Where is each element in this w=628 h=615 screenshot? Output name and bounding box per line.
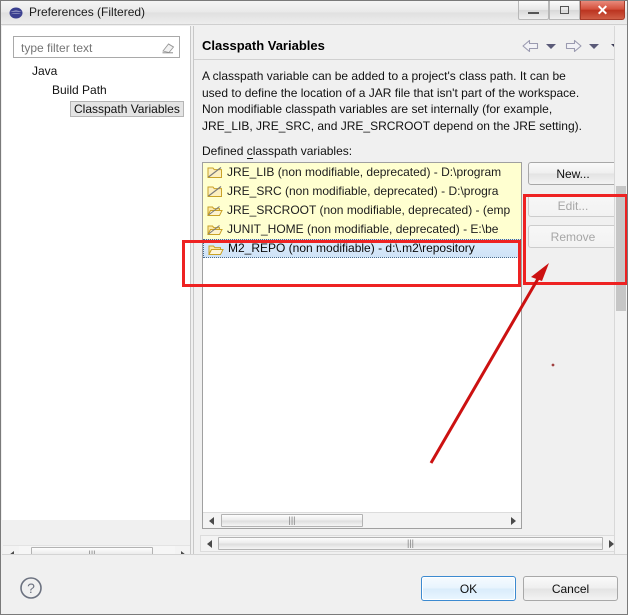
triangle-right-icon [608,539,614,548]
scroll-left-button[interactable] [203,513,219,528]
description-text: A classpath variable can be added to a p… [202,68,622,134]
list-item-selected[interactable]: M2_REPO (non modifiable) - d:\.m2\reposi… [203,239,521,258]
description-line: JRE_LIB, JRE_SRC, and JRE_SRCROOT depend… [202,118,582,133]
close-icon: ✕ [596,1,609,18]
defined-variables-label: Defined classpath variables: [202,144,353,159]
sidebar-item-label: Classpath Variables [70,101,184,117]
sidebar-item-classpath-variables[interactable]: Classpath Variables [2,100,190,119]
description-line: used to define the location of a JAR fil… [202,85,580,100]
close-button[interactable]: ✕ [580,1,625,20]
main-horizontal-scrollbar[interactable]: ||| [200,535,620,552]
eraser-icon[interactable] [161,41,175,54]
arrow-right-icon [565,39,582,53]
arrow-left-icon [522,39,539,53]
back-history-menu-button[interactable] [543,43,556,49]
search-input[interactable] [19,40,154,56]
triangle-left-icon [208,516,214,525]
folder-deprecated-icon [207,165,223,180]
list-item[interactable]: JRE_SRCROOT (non modifiable, deprecated)… [203,201,521,220]
cancel-button[interactable]: Cancel [523,576,618,601]
filter-field-wrapper[interactable] [13,36,180,58]
svg-text:?: ? [27,580,35,596]
list-item-label: JRE_SRC (non modifiable, deprecated) - D… [227,184,499,198]
grip-icon: ||| [288,515,296,525]
forward-history-menu-button[interactable] [586,43,599,49]
sidebar-item-label: Build Path [52,83,107,97]
folder-open-deprecated-icon [207,203,223,218]
remove-button-label: Remove [550,229,596,244]
triangle-right-icon [510,516,516,525]
eclipse-icon [9,6,23,20]
sidebar-item-build-path[interactable]: Build Path [2,81,190,100]
new-button[interactable]: New... [528,162,618,185]
description-line: A classpath variable can be added to a p… [202,69,566,83]
description-line: Non modifiable classpath variables are s… [202,102,553,116]
folder-deprecated-icon [207,184,223,199]
list-item-label: JRE_LIB (non modifiable, deprecated) - D… [227,165,502,179]
list-item[interactable]: JUNIT_HOME (non modifiable, deprecated) … [203,220,521,239]
list-item-label: JUNIT_HOME (non modifiable, deprecated) … [227,222,499,236]
list-item-label: JRE_SRCROOT (non modifiable, deprecated)… [227,203,511,217]
edit-button: Edit... [528,194,618,217]
folder-open-icon [208,242,224,257]
scroll-thumb[interactable]: ||| [218,537,603,550]
sidebar-item-java[interactable]: Java [2,62,190,81]
preferences-dialog: Preferences (Filtered) ✕ Java [0,0,628,615]
list-item[interactable]: JRE_SRC (non modifiable, deprecated) - D… [203,182,521,201]
classpath-variables-list[interactable]: JRE_LIB (non modifiable, deprecated) - D… [202,162,522,529]
cancel-button-label: Cancel [551,581,590,596]
back-button[interactable] [522,39,539,53]
scroll-thumb[interactable]: ||| [221,514,363,527]
window-title: Preferences (Filtered) [29,5,146,19]
folder-open-deprecated-icon [207,222,223,237]
list-item[interactable]: JRE_LIB (non modifiable, deprecated) - D… [203,163,521,182]
maximize-button[interactable] [549,1,580,20]
dialog-footer: ? OK Cancel [2,555,627,614]
grip-icon: ||| [406,538,414,548]
defined-label-prefix: Defined [202,144,247,158]
triangle-left-icon [206,539,212,548]
minimize-icon [528,11,539,14]
scroll-thumb[interactable] [616,186,626,311]
title-bar: Preferences (Filtered) ✕ [1,1,627,25]
navigation-toolbar [518,37,621,55]
chevron-down-icon [546,43,556,49]
list-item-label: M2_REPO (non modifiable) - d:\.m2\reposi… [228,241,475,255]
new-button-label: New... [556,166,590,181]
list-horizontal-scrollbar[interactable]: ||| [203,512,521,528]
defined-label-suffix: lasspath variables: [252,144,353,158]
remove-button: Remove [528,225,618,248]
dialog-vertical-scrollbar[interactable] [614,26,627,554]
scroll-right-button[interactable] [505,513,521,528]
page-title: Classpath Variables [202,38,325,53]
ok-button[interactable]: OK [421,576,516,601]
main-panel: Classpath Variables A classpath variable… [194,26,627,554]
edit-button-label: Edit... [557,198,589,213]
minimize-button[interactable] [518,1,549,20]
header-divider [194,59,627,60]
question-mark-icon[interactable]: ? [19,576,43,600]
maximize-icon [560,6,569,14]
chevron-down-icon [589,43,599,49]
sidebar: Java Build Path Classpath Variables ||| [2,26,191,563]
sidebar-item-label: Java [32,64,58,78]
ok-button-label: OK [459,581,478,596]
settings-tree: Java Build Path Classpath Variables [2,62,190,119]
scroll-left-button[interactable] [201,536,217,551]
forward-button[interactable] [565,39,582,53]
